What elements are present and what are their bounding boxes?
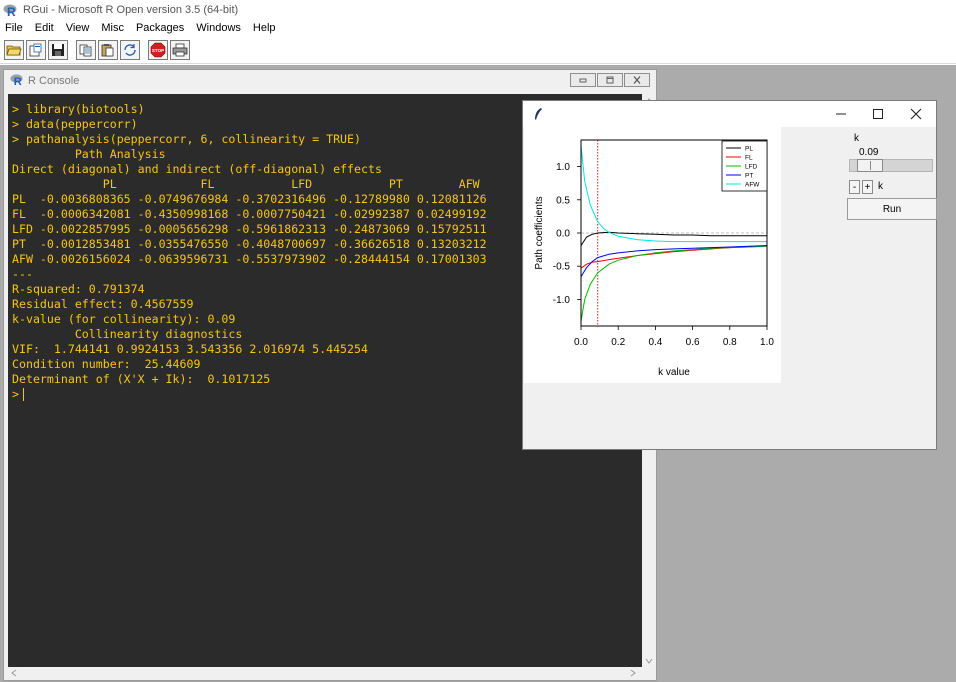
console-line: Collinearity diagnostics bbox=[12, 327, 243, 341]
console-line: PL FL LFD PT AFW bbox=[12, 177, 480, 191]
console-line: AFW -0.0026156024 -0.0639596731 -0.55379… bbox=[12, 252, 487, 266]
k-label: k bbox=[854, 133, 859, 144]
legend-label-fl: FL bbox=[745, 155, 753, 162]
scroll-down-arrow-icon[interactable] bbox=[645, 656, 653, 666]
svg-text:STOP: STOP bbox=[152, 48, 164, 53]
console-line: FL -0.0006342081 -0.4350998168 -0.000775… bbox=[12, 207, 487, 221]
k-slider[interactable] bbox=[849, 159, 933, 172]
y-tick-label: 0.5 bbox=[556, 195, 570, 206]
plot-window-titlebar bbox=[523, 101, 936, 127]
console-line: LFD -0.0022857995 -0.0005656298 -0.59618… bbox=[12, 222, 487, 236]
path-coefficients-plot: 0.0 0.2 0.4 0.6 0.8 1.0 -1.0 -0.5 0.0 0.5 1.0 k val… bbox=[524, 127, 781, 383]
menu-misc[interactable]: Misc bbox=[100, 22, 125, 34]
scroll-right-arrow-icon[interactable] bbox=[630, 669, 636, 679]
console-horizontal-scrollbar[interactable] bbox=[8, 667, 642, 680]
r-logo-icon: R bbox=[10, 73, 23, 89]
k-value: 0.09 bbox=[859, 147, 879, 158]
menu-packages[interactable]: Packages bbox=[135, 22, 185, 34]
chart-svg: 0.0 0.2 0.4 0.6 0.8 1.0 -1.0 -0.5 0.0 0.5 1.0 k val… bbox=[534, 139, 774, 378]
console-close-button[interactable] bbox=[624, 73, 650, 87]
y-tick-label: -0.5 bbox=[553, 262, 571, 273]
menu-help[interactable]: Help bbox=[252, 22, 277, 34]
console-line: Direct (diagonal) and indirect (off-diag… bbox=[12, 162, 382, 176]
menubar: File Edit View Misc Packages Windows Hel… bbox=[0, 19, 956, 36]
console-line: PT -0.0012853481 -0.0355476550 -0.404870… bbox=[12, 237, 487, 251]
console-title: R Console bbox=[28, 74, 80, 87]
menu-edit[interactable]: Edit bbox=[34, 22, 55, 34]
console-minimize-button[interactable] bbox=[570, 73, 596, 87]
stop-icon[interactable]: STOP bbox=[148, 39, 168, 60]
x-axis-label: k value bbox=[658, 367, 690, 378]
console-line: --- bbox=[12, 267, 33, 281]
toolbar: STOP bbox=[0, 36, 956, 64]
x-tick-label: 1.0 bbox=[760, 337, 774, 348]
console-line: Residual effect: 0.4567559 bbox=[12, 297, 194, 311]
console-maximize-button[interactable] bbox=[597, 73, 623, 87]
console-line: Path Analysis bbox=[12, 147, 166, 161]
y-tick-label: -1.0 bbox=[553, 295, 571, 306]
k-increase-button[interactable]: + bbox=[862, 180, 873, 194]
k-step-label: k bbox=[878, 181, 883, 192]
svg-text:R: R bbox=[7, 5, 16, 17]
console-line: VIF: 1.744141 0.9924153 3.543356 2.01697… bbox=[12, 342, 368, 356]
copy-icon[interactable] bbox=[76, 39, 96, 60]
text-cursor bbox=[22, 388, 25, 401]
x-tick-label: 0.0 bbox=[574, 337, 588, 348]
y-tick-label: 0.0 bbox=[556, 229, 570, 240]
console-titlebar: R R Console bbox=[4, 70, 656, 91]
console-prompt: > bbox=[12, 387, 19, 401]
console-input-line[interactable]: > bbox=[12, 387, 487, 402]
console-line: > data(peppercorr) bbox=[12, 117, 138, 131]
plot-close-button[interactable] bbox=[907, 106, 925, 122]
console-text: > library(biotools) > data(peppercorr) > p… bbox=[12, 102, 487, 402]
feather-icon bbox=[533, 107, 543, 124]
paste-icon[interactable] bbox=[98, 39, 118, 60]
load-workspace-icon[interactable] bbox=[26, 39, 46, 60]
x-tick-label: 0.2 bbox=[611, 337, 625, 348]
main-titlebar: R RGui - Microsoft R Open version 3.5 (6… bbox=[0, 0, 956, 20]
svg-text:R: R bbox=[14, 76, 22, 86]
run-button[interactable]: Run bbox=[847, 198, 937, 220]
series-line-pt bbox=[580, 245, 768, 278]
x-tick-label: 0.6 bbox=[686, 337, 700, 348]
save-workspace-icon[interactable] bbox=[48, 39, 68, 60]
menu-windows[interactable]: Windows bbox=[195, 22, 242, 34]
legend-label-pl: PL bbox=[745, 146, 753, 153]
r-logo-icon: R bbox=[3, 3, 17, 17]
copy-paste-icon[interactable] bbox=[120, 39, 140, 60]
console-line: > library(biotools) bbox=[12, 102, 145, 116]
plot-minimize-button[interactable] bbox=[832, 106, 850, 122]
plot-maximize-button[interactable] bbox=[869, 106, 887, 122]
console-line: k-value (for collinearity): 0.09 bbox=[12, 312, 236, 326]
scroll-left-arrow-icon[interactable] bbox=[11, 669, 17, 679]
console-line: PL -0.0036808365 -0.0749676984 -0.370231… bbox=[12, 192, 487, 206]
y-tick-label: 1.0 bbox=[556, 162, 570, 173]
legend-label-pt: PT bbox=[745, 173, 753, 180]
console-line: Condition number: 25.44609 bbox=[12, 357, 201, 371]
menu-view[interactable]: View bbox=[65, 22, 91, 34]
series-line-pl bbox=[580, 231, 767, 246]
x-tick-label: 0.8 bbox=[723, 337, 737, 348]
k-slider-thumb[interactable] bbox=[857, 159, 884, 172]
k-decrease-button[interactable]: - bbox=[849, 180, 860, 194]
legend-label-afw: AFW bbox=[745, 182, 760, 189]
console-line: R-squared: 0.791374 bbox=[12, 282, 145, 296]
y-axis-label: Path coefficients bbox=[534, 196, 545, 269]
path-coefficients-window: 0.0 0.2 0.4 0.6 0.8 1.0 -1.0 -0.5 0.0 0.5 1.0 k val… bbox=[522, 100, 937, 450]
series-line-lfd bbox=[580, 245, 768, 322]
app-title: RGui - Microsoft R Open version 3.5 (64-… bbox=[23, 4, 239, 16]
legend-label-lfd: LFD bbox=[745, 164, 758, 171]
console-line: > pathanalysis(peppercorr, 6, collineari… bbox=[12, 132, 362, 146]
menu-file[interactable]: File bbox=[4, 22, 24, 34]
open-script-icon[interactable] bbox=[4, 39, 24, 60]
print-icon[interactable] bbox=[170, 39, 190, 60]
console-line: Determinant of (X'X + Ik): 0.1017125 bbox=[12, 372, 271, 386]
x-tick-label: 0.4 bbox=[648, 337, 662, 348]
